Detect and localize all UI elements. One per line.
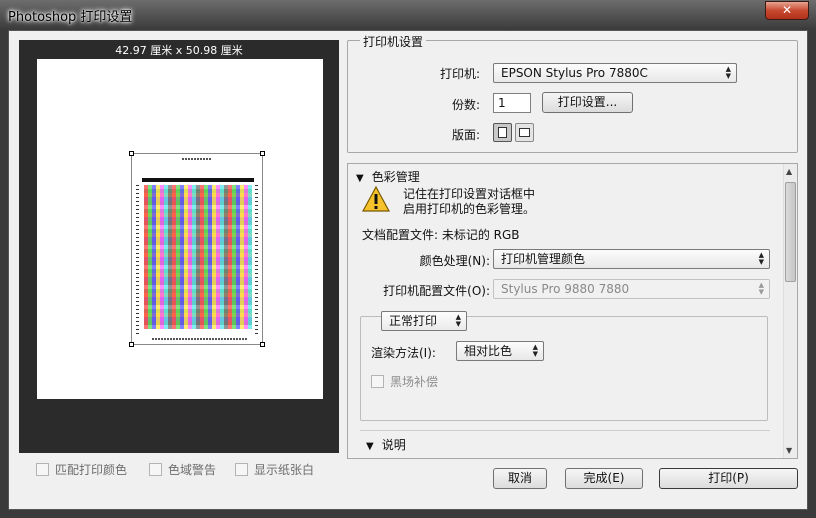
layout-label: 版面: <box>451 128 480 142</box>
match-colors-checkbox[interactable]: 匹配打印颜色 <box>36 461 127 478</box>
rendering-options-box: 正常打印 ▲ ▼ 渲染方法(I): 相对比色 ▲ ▼ 黑场补偿 <box>360 311 768 421</box>
scroll-down-icon[interactable]: ▼ <box>786 446 792 455</box>
document-profile: 文档配置文件: 未标记的 RGB <box>362 228 520 242</box>
description-title: 说明 <box>381 438 406 452</box>
printer-label: 打印机: <box>439 67 480 81</box>
print-settings-button[interactable]: 打印设置... <box>542 92 633 113</box>
print-button[interactable]: 打印(P) <box>659 468 798 489</box>
black-point-label: 黑场补偿 <box>390 375 439 389</box>
description-header[interactable]: ▼ 说明 <box>366 436 406 453</box>
target-header-text <box>182 158 212 160</box>
printer-profile-value: Stylus Pro 9880 7880 <box>501 282 630 296</box>
color-handling-value: 打印机管理颜色 <box>501 252 586 266</box>
checkbox-box <box>371 375 384 388</box>
printer-profile-label: 打印机配置文件(O): <box>383 284 490 298</box>
target-footer-text <box>152 338 248 340</box>
printer-select[interactable]: EPSON Stylus Pro 7880C ▲ ▼ <box>493 63 737 83</box>
section-divider <box>360 430 770 431</box>
collapse-triangle-icon: ▼ <box>366 441 374 452</box>
window-frame: Photoshop 打印设置 ✕ 42.97 厘米 x 50.98 厘米 匹配打… <box>0 0 816 518</box>
image-preview[interactable] <box>129 151 265 347</box>
scroll-up-icon[interactable]: ▲ <box>786 167 792 176</box>
paper-white-checkbox[interactable]: 显示纸张白 <box>235 461 314 478</box>
rendering-intent-label: 渲染方法(I): <box>371 346 436 360</box>
chevron-down-icon: ▲ ▼ <box>532 343 538 358</box>
resize-handle[interactable] <box>260 342 265 347</box>
copies-label: 份数: <box>451 98 480 112</box>
warning-icon <box>362 186 390 212</box>
resize-handle[interactable] <box>129 151 134 156</box>
done-button[interactable]: 完成(E) <box>565 468 643 489</box>
printer-value: EPSON Stylus Pro 7880C <box>501 66 648 80</box>
color-handling-select[interactable]: 打印机管理颜色 ▲ ▼ <box>493 249 770 269</box>
chevron-down-icon: ▲ ▼ <box>455 313 461 328</box>
printer-setup-group: 打印机设置 打印机: EPSON Stylus Pro 7880C ▲ ▼ 份数:… <box>347 33 798 153</box>
black-point-checkbox: 黑场补偿 <box>371 373 438 390</box>
window-title: Photoshop 打印设置 <box>8 10 133 25</box>
color-target-patches <box>144 185 252 329</box>
note-line-2: 启用打印机的色彩管理。 <box>403 202 536 216</box>
match-colors-label: 匹配打印颜色 <box>55 463 128 477</box>
scroll-thumb[interactable] <box>785 182 796 282</box>
color-handling-label: 颜色处理(N): <box>419 254 490 268</box>
paper-white-label: 显示纸张白 <box>254 463 315 477</box>
target-scale-right <box>255 184 258 334</box>
paper-size-label: 42.97 厘米 x 50.98 厘米 <box>115 44 243 57</box>
landscape-layout-icon[interactable] <box>515 123 534 142</box>
note-line-1: 记住在打印设置对话框中 <box>403 187 536 201</box>
print-mode-select[interactable]: 正常打印 ▲ ▼ <box>381 311 467 331</box>
chevron-down-icon: ▲ ▼ <box>758 251 764 266</box>
color-management-header[interactable]: ▼ 色彩管理 <box>356 168 420 185</box>
vertical-scrollbar[interactable]: ▲ ▼ <box>783 164 797 458</box>
checkbox-box[interactable] <box>36 463 49 476</box>
print-mode-value: 正常打印 <box>389 314 438 328</box>
checkbox-box[interactable] <box>235 463 248 476</box>
cancel-button[interactable]: 取消 <box>493 468 547 489</box>
title-bar[interactable]: Photoshop 打印设置 ✕ <box>0 0 816 28</box>
chevron-down-icon: ▲ ▼ <box>758 281 764 296</box>
color-management-note: 记住在打印设置对话框中 启用打印机的色彩管理。 <box>403 187 535 217</box>
settings-scroll-panel[interactable]: ▼ 色彩管理 记住在打印设置对话框中 启用打印机的色彩管理。 文档配置文件: 未标… <box>347 163 798 459</box>
rendering-intent-select[interactable]: 相对比色 ▲ ▼ <box>456 341 544 361</box>
close-button[interactable]: ✕ <box>765 1 809 20</box>
resize-handle[interactable] <box>129 342 134 347</box>
target-scale-left <box>136 184 139 334</box>
color-management-title: 色彩管理 <box>371 170 420 184</box>
target-black-bar <box>142 178 254 182</box>
chevron-down-icon: ▲ ▼ <box>725 65 731 80</box>
gamut-warning-label: 色域警告 <box>168 463 217 477</box>
print-preview: 42.97 厘米 x 50.98 厘米 <box>19 40 339 453</box>
copies-input[interactable]: 1 <box>493 93 531 113</box>
collapse-triangle-icon: ▼ <box>356 173 364 184</box>
gamut-warning-checkbox[interactable]: 色域警告 <box>149 461 216 478</box>
rendering-intent-value: 相对比色 <box>464 344 513 358</box>
portrait-layout-icon[interactable] <box>493 123 512 142</box>
checkbox-box[interactable] <box>149 463 162 476</box>
resize-handle[interactable] <box>260 151 265 156</box>
dialog-client: 42.97 厘米 x 50.98 厘米 匹配打印颜色 色域警告 显示纸张白 打印… <box>8 30 808 510</box>
group-title: 打印机设置 <box>360 33 427 50</box>
paper-sheet <box>37 59 323 399</box>
printer-profile-select: Stylus Pro 9880 7880 ▲ ▼ <box>493 279 770 299</box>
